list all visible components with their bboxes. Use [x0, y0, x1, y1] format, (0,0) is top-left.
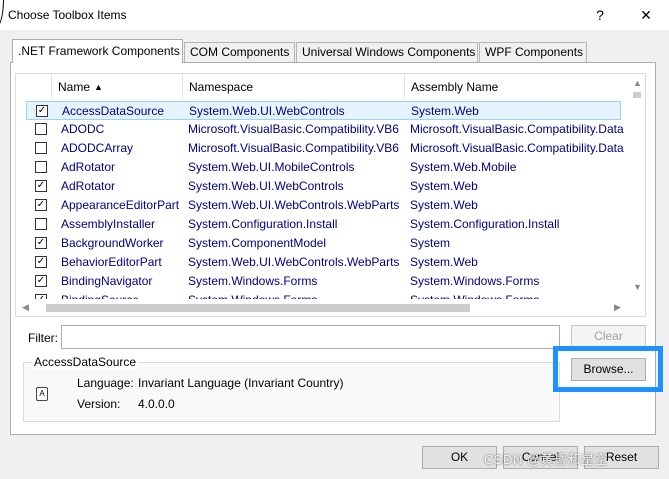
column-name-label: Name: [58, 80, 91, 94]
list-item[interactable]: ✓ BackgroundWorker System.ComponentModel Sy…: [26, 234, 621, 253]
item-checkbox[interactable]: ✓: [35, 275, 47, 287]
list-item[interactable]: ✓ BindingNavigator System.Windows.Forms Sys…: [26, 272, 621, 291]
item-checkbox[interactable]: [35, 142, 47, 154]
tab-com-components[interactable]: COM Components: [184, 42, 295, 62]
item-assembly-name: System.Windows.Forms: [410, 274, 540, 288]
scroll-down-icon[interactable]: ▼: [633, 282, 642, 292]
item-checkbox[interactable]: ✓: [36, 105, 48, 117]
item-name: AdRotator: [61, 179, 116, 193]
details-group: [23, 362, 560, 422]
filter-input[interactable]: [61, 325, 560, 349]
item-name: BackgroundWorker: [61, 236, 164, 250]
item-checkbox[interactable]: ✓: [35, 256, 47, 268]
item-namespace: Microsoft.VisualBasic.Compatibility.VB6: [188, 141, 399, 155]
item-assembly-name: System.Web: [410, 179, 478, 193]
item-checkbox[interactable]: ✓: [35, 180, 47, 192]
vertical-scroll-thumb[interactable]: [633, 92, 641, 98]
dialog-title: Choose Toolbox Items: [8, 8, 127, 22]
details-group-title: AccessDataSource: [32, 355, 139, 369]
list-item[interactable]: AdRotator System.Web.UI.MobileControls Sys…: [26, 158, 621, 177]
column-header-name[interactable]: Name ▲: [52, 74, 183, 100]
item-namespace: System.Web.UI.WebControls.WebParts: [188, 198, 400, 212]
item-name: ADODC: [61, 122, 105, 136]
item-assembly-name: System.Web.Mobile: [410, 160, 517, 174]
item-name: BindingNavigator: [61, 274, 153, 288]
list-item[interactable]: ✓ AppearanceEditorPart System.Web.UI.WebCo…: [26, 196, 621, 215]
scroll-right-icon[interactable]: ▶: [614, 302, 621, 313]
list-item[interactable]: ADODCArray Microsoft.VisualBasic.Compatib…: [26, 139, 624, 158]
tab-universal-windows-components[interactable]: Universal Windows Components: [296, 42, 478, 62]
title-bar: Choose Toolbox Items ? ✕: [0, 0, 669, 30]
item-checkbox[interactable]: [35, 123, 47, 135]
component-icon: A: [36, 387, 48, 401]
choose-toolbox-items-dialog: Choose Toolbox Items ? ✕ .NET Framework …: [0, 0, 669, 479]
language-label: Language:: [77, 376, 134, 390]
item-assembly-name: System.Web: [410, 198, 478, 212]
tab-net-framework-components[interactable]: .NET Framework Components: [12, 39, 183, 63]
item-assembly-name: System: [410, 236, 451, 250]
horizontal-scrollbar[interactable]: ◀ ▶: [16, 299, 628, 316]
item-namespace: System.Web.UI.WebControls.WebParts: [188, 255, 400, 269]
item-namespace: System.Web.UI.WebControls: [189, 104, 345, 118]
window-edge-curve: [0, 0, 4, 30]
filter-label: Filter:: [28, 331, 58, 345]
item-assembly-name: Microsoft.VisualBasic.Compatibility.Data: [410, 141, 624, 155]
scroll-up-icon[interactable]: ▲: [633, 78, 642, 88]
tab-wpf-components[interactable]: WPF Components: [479, 42, 587, 62]
item-name: ADODCArray: [61, 141, 134, 155]
version-value: 4.0.0.0: [138, 397, 175, 411]
sort-ascending-icon: ▲: [94, 82, 103, 92]
watermark-text: CSDN @黄昏和星空: [484, 452, 609, 467]
item-namespace: System.Web.UI.MobileControls: [188, 160, 355, 174]
item-name: BehaviorEditorPart: [61, 255, 162, 269]
list-item[interactable]: ✓ AdRotator System.Web.UI.WebControls Syste…: [26, 177, 621, 196]
item-checkbox[interactable]: ✓: [35, 199, 47, 211]
item-name: AssemblyInstaller: [61, 217, 156, 231]
close-button[interactable]: ✕: [634, 4, 658, 26]
item-namespace: System.ComponentModel: [188, 236, 327, 250]
horizontal-scroll-thumb[interactable]: [46, 304, 470, 312]
column-header-check[interactable]: [16, 74, 52, 100]
item-assembly-name: System.Web: [411, 104, 479, 118]
list-item[interactable]: AssemblyInstaller System.Configuration.In…: [26, 215, 621, 234]
list-item[interactable]: ADODC Microsoft.VisualBasic.Compatibility…: [26, 120, 624, 139]
item-checkbox[interactable]: [35, 161, 47, 173]
list-item[interactable]: ✓ AccessDataSource System.Web.UI.WebContro…: [26, 101, 621, 120]
item-assembly-name: Microsoft.VisualBasic.Compatibility.Data: [410, 122, 624, 136]
item-assembly-name: System.Configuration.Install: [410, 217, 560, 231]
browse-highlight-box: [553, 346, 663, 392]
components-list[interactable]: Name ▲ Namespace Assembly Name ✓ AccessDat…: [15, 73, 646, 317]
language-value: Invariant Language (Invariant Country): [138, 376, 344, 390]
item-checkbox[interactable]: [35, 218, 47, 230]
item-name: AppearanceEditorPart: [61, 198, 180, 212]
item-namespace: System.Web.UI.WebControls: [188, 179, 344, 193]
item-name: AdRotator: [61, 160, 116, 174]
scroll-left-icon[interactable]: ◀: [22, 302, 29, 313]
item-namespace: Microsoft.VisualBasic.Compatibility.VB6: [188, 122, 399, 136]
vertical-scrollbar[interactable]: ▲ ▼: [628, 74, 645, 300]
item-namespace: System.Configuration.Install: [188, 217, 338, 231]
item-assembly-name: System.Web: [410, 255, 478, 269]
list-item[interactable]: ✓ BehaviorEditorPart System.Web.UI.WebCont…: [26, 253, 621, 272]
help-button[interactable]: ?: [588, 4, 612, 26]
column-header-assembly-name[interactable]: Assembly Name: [405, 74, 631, 100]
item-namespace: System.Windows.Forms: [188, 274, 318, 288]
version-label: Version:: [77, 397, 121, 411]
column-header-namespace[interactable]: Namespace: [183, 74, 405, 100]
item-name: AccessDataSource: [62, 104, 165, 118]
clear-button[interactable]: Clear: [571, 325, 646, 348]
item-checkbox[interactable]: ✓: [35, 237, 47, 249]
